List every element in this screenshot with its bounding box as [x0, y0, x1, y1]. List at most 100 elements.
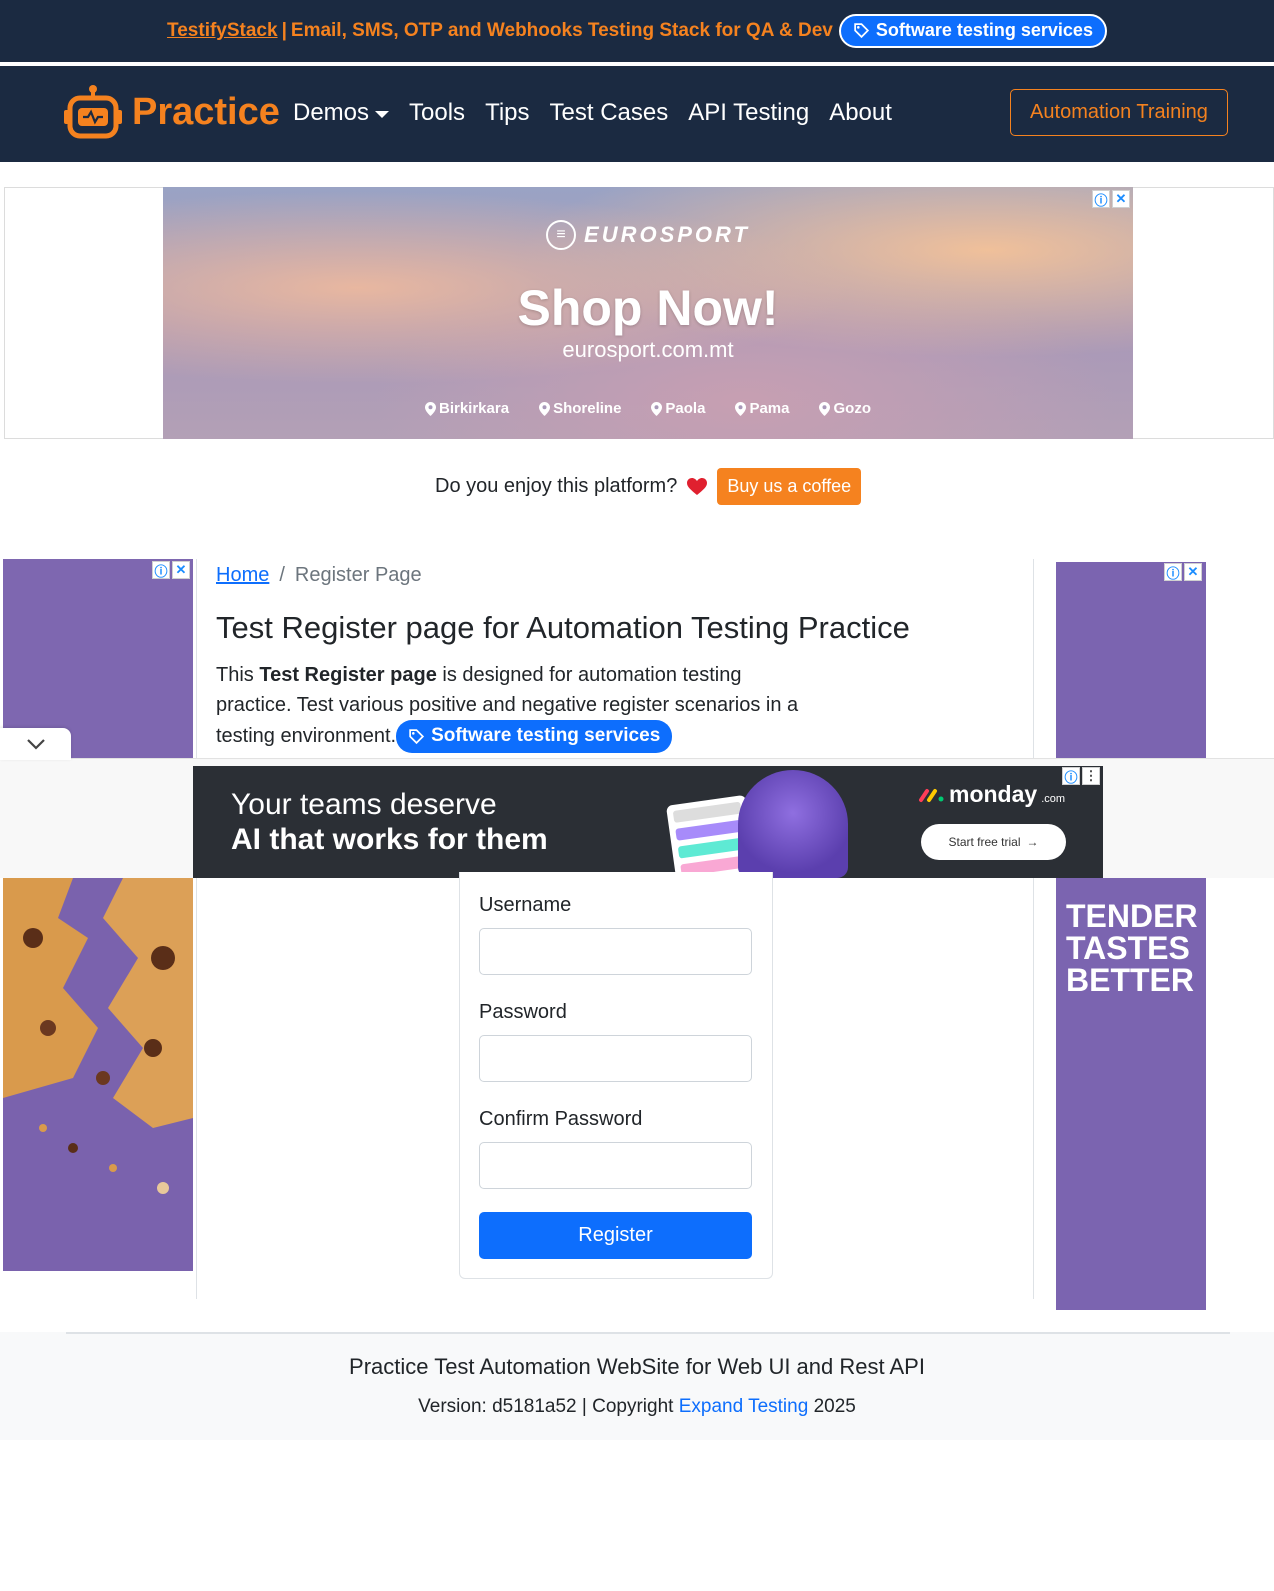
map-pin-icon — [819, 401, 831, 416]
ad-location: Paola — [651, 400, 705, 417]
coffee-row: Do you enjoy this platform? Buy us a cof… — [435, 468, 862, 505]
right-side-ad-tender[interactable]: TENDER TASTES BETTER — [1056, 878, 1206, 1310]
ad-location: Gozo — [819, 400, 871, 417]
tender-ad-text: TENDER TASTES BETTER — [1066, 898, 1198, 998]
main-navbar: Practice Demos Tools Tips Test Cases API… — [0, 66, 1274, 162]
nav-item-label: Tools — [409, 99, 466, 126]
nav-item-api-testing[interactable]: API Testing — [688, 99, 809, 127]
breadcrumb-current: Register Page — [294, 564, 422, 586]
ad-brand-text: EUROSPORT — [584, 222, 750, 247]
caret-down-icon — [375, 110, 390, 118]
ad-close-icon[interactable]: ✕ — [1184, 563, 1202, 581]
top-ad-controls: ⓘ ✕ — [1092, 190, 1130, 208]
ad-location-label: Gozo — [833, 400, 871, 417]
ad-location: Birkirkara — [425, 400, 509, 417]
footer-title: Practice Test Automation WebSite for Web… — [349, 1354, 925, 1379]
nav-item-test-cases[interactable]: Test Cases — [550, 99, 669, 127]
password-input[interactable] — [479, 1035, 752, 1082]
ad-brand: ≡ EUROSPORT — [163, 220, 1133, 250]
password-label: Password — [479, 1001, 567, 1023]
promo-services-button[interactable]: Software testing services — [838, 14, 1107, 48]
footer-divider — [66, 1332, 1230, 1334]
left-ad-controls: ⓘ ✕ — [152, 561, 190, 579]
left-side-ad-cookie[interactable] — [3, 878, 193, 1271]
nav-item-tools[interactable]: Tools — [409, 99, 465, 127]
nav-item-label: Test Cases — [549, 99, 669, 126]
monday-logo: monday .com — [919, 781, 1065, 808]
ad-close-icon[interactable]: ✕ — [1112, 190, 1130, 208]
username-input[interactable] — [479, 928, 752, 975]
monday-logo-icon — [919, 788, 944, 802]
nav-item-label: API Testing — [688, 99, 810, 126]
ad-location-label: Birkirkara — [439, 400, 510, 417]
cookie-image — [3, 878, 193, 1194]
username-label: Username — [479, 894, 572, 916]
nav-item-demos[interactable]: Demos — [293, 99, 390, 127]
content-divider-right — [1033, 559, 1034, 1299]
footer-year: 2025 — [813, 1396, 856, 1417]
anchor-ad-line1: Your teams deserve — [231, 788, 497, 821]
ad-location-label: Paola — [665, 400, 706, 417]
services-button-label: Software testing services — [431, 725, 661, 746]
promo-services-label: Software testing services — [875, 20, 1093, 40]
brand-name: Practice — [132, 90, 280, 133]
services-button[interactable]: Software testing services — [396, 720, 673, 753]
map-pin-icon — [651, 401, 663, 416]
ad-close-icon[interactable]: ✕ — [172, 561, 190, 579]
footer — [0, 1332, 1274, 1440]
ad-locations: Birkirkara Shoreline Paola Pama Gozo — [163, 400, 1133, 417]
footer-copyright: Version: d5181a52 | Copyright Expand Tes… — [0, 1396, 1274, 1418]
ad-info-icon[interactable]: ⓘ — [1164, 563, 1182, 581]
llama-mascot-image — [738, 770, 848, 878]
intro-bold: Test Register page — [259, 664, 437, 686]
map-pin-icon — [735, 401, 747, 416]
top-ad-banner[interactable]: ≡ EUROSPORT Shop Now! eurosport.com.mt B… — [163, 187, 1133, 439]
register-button[interactable]: Register — [479, 1212, 752, 1259]
automation-training-button[interactable]: Automation Training — [1010, 89, 1228, 136]
tag-icon — [854, 23, 869, 39]
nav-item-label: About — [829, 99, 892, 126]
promo-bar: TestifyStack | Email, SMS, OTP and Webho… — [0, 0, 1274, 62]
page-intro: This Test Register page is designed for … — [216, 660, 816, 753]
ad-info-icon[interactable]: ⓘ — [152, 561, 170, 579]
monday-brand-suffix: .com — [1041, 792, 1066, 805]
chevron-down-icon — [26, 739, 45, 750]
right-ad-controls: ⓘ ✕ — [1164, 563, 1202, 581]
buy-coffee-button[interactable]: Buy us a coffee — [717, 468, 862, 505]
nav-item-label: Demos — [293, 99, 370, 126]
nav-item-label: Tips — [485, 99, 530, 126]
expand-testing-link[interactable]: Expand Testing — [679, 1396, 809, 1417]
ad-location-label: Shoreline — [553, 400, 622, 417]
nav-item-about[interactable]: About — [829, 99, 892, 127]
breadcrumb-separator: / — [279, 564, 285, 586]
arrow-right-icon: → — [1026, 835, 1039, 849]
right-side-ad[interactable] — [1056, 562, 1206, 759]
anchor-ad-banner[interactable]: Your teams deserve AI that works for the… — [193, 766, 1103, 878]
confirm-password-input[interactable] — [479, 1142, 752, 1189]
promo-text: Email, SMS, OTP and Webhooks Testing Sta… — [290, 20, 833, 41]
ad-location: Pama — [735, 400, 789, 417]
nav-menu: Demos Tools Tips Test Cases API Testing … — [293, 99, 892, 127]
anchor-ad-line2: AI that works for them — [231, 823, 548, 856]
ad-info-icon[interactable]: ⓘ — [1092, 190, 1110, 208]
ad-headline: Shop Now! — [517, 280, 779, 336]
ad-menu-icon[interactable]: ⋮ — [1082, 767, 1100, 785]
promo-link[interactable]: TestifyStack — [167, 20, 278, 42]
ad-info-icon[interactable]: ⓘ — [1062, 767, 1080, 785]
map-pin-icon — [539, 401, 551, 416]
ad-url: eurosport.com.mt — [562, 337, 734, 362]
content-divider-left — [196, 559, 197, 1299]
heart-icon — [687, 477, 708, 495]
brand-link[interactable]: Practice — [64, 84, 280, 140]
anchor-ad-collapse-button[interactable] — [0, 728, 71, 760]
nav-item-tips[interactable]: Tips — [485, 99, 529, 127]
anchor-ad-controls: ⓘ ⋮ — [1062, 767, 1100, 785]
ad-location-label: Pama — [749, 400, 790, 417]
ad-location: Shoreline — [539, 400, 621, 417]
page-title: Test Register page for Automation Testin… — [216, 610, 910, 645]
breadcrumb-home-link[interactable]: Home — [216, 564, 269, 587]
tag-icon — [409, 728, 425, 744]
confirm-password-label: Confirm Password — [479, 1108, 643, 1130]
eurosport-logo-icon: ≡ — [546, 220, 577, 250]
start-free-trial-button[interactable]: Start free trial → — [921, 824, 1066, 860]
